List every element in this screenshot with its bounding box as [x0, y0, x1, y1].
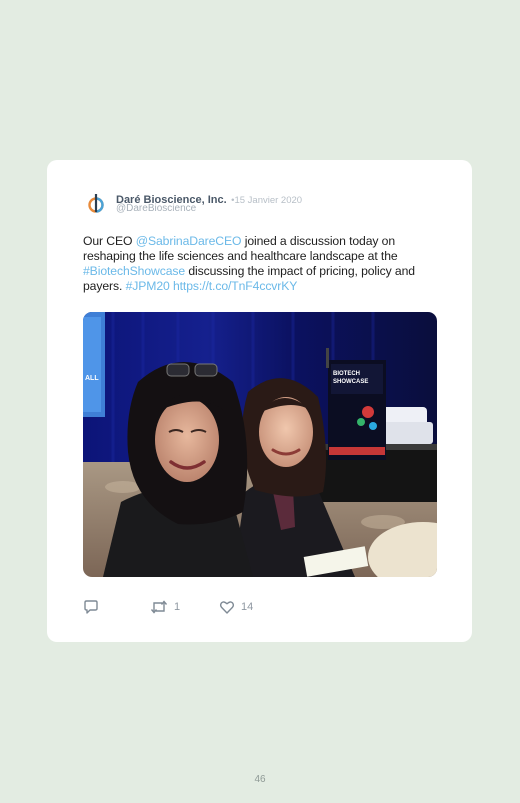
tweet-text-segment: Our CEO [83, 234, 136, 248]
reply-icon [84, 600, 98, 614]
tweet-date[interactable]: 15 Janvier 2020 [234, 195, 302, 206]
like-button[interactable]: 14 [219, 598, 253, 616]
page-number: 46 [254, 774, 266, 785]
reply-button[interactable] [83, 598, 105, 616]
dare-logo-icon[interactable] [83, 191, 109, 217]
tweet-photo[interactable]: ALL BIOTECH SHOWCASE [83, 312, 437, 577]
svg-text:SHOWCASE: SHOWCASE [333, 379, 368, 385]
tweet-card: Daré Bioscience, Inc. •15 Janvier 2020 @… [47, 160, 472, 642]
like-count: 14 [241, 601, 254, 613]
retweet-button[interactable]: 1 [150, 598, 180, 616]
tweet-actions: 1 14 [83, 598, 383, 616]
heart-icon [219, 601, 235, 614]
photo-image: ALL BIOTECH SHOWCASE [83, 312, 437, 577]
hashtag-link[interactable]: #JPM20 [126, 279, 170, 293]
author-handle[interactable]: @DareBioscience [116, 203, 196, 214]
tweet-link[interactable]: https://t.co/TnF4ccvrKY [173, 279, 297, 293]
mention-link[interactable]: @SabrinaDareCEO [136, 234, 242, 248]
retweet-icon [150, 600, 168, 614]
retweet-count: 1 [174, 601, 181, 613]
svg-text:BIOTECH: BIOTECH [333, 371, 360, 377]
tweet-text: Our CEO @SabrinaDareCEO joined a discuss… [83, 234, 439, 294]
hashtag-link[interactable]: #BiotechShowcase [83, 264, 185, 278]
svg-text:ALL: ALL [85, 375, 99, 382]
